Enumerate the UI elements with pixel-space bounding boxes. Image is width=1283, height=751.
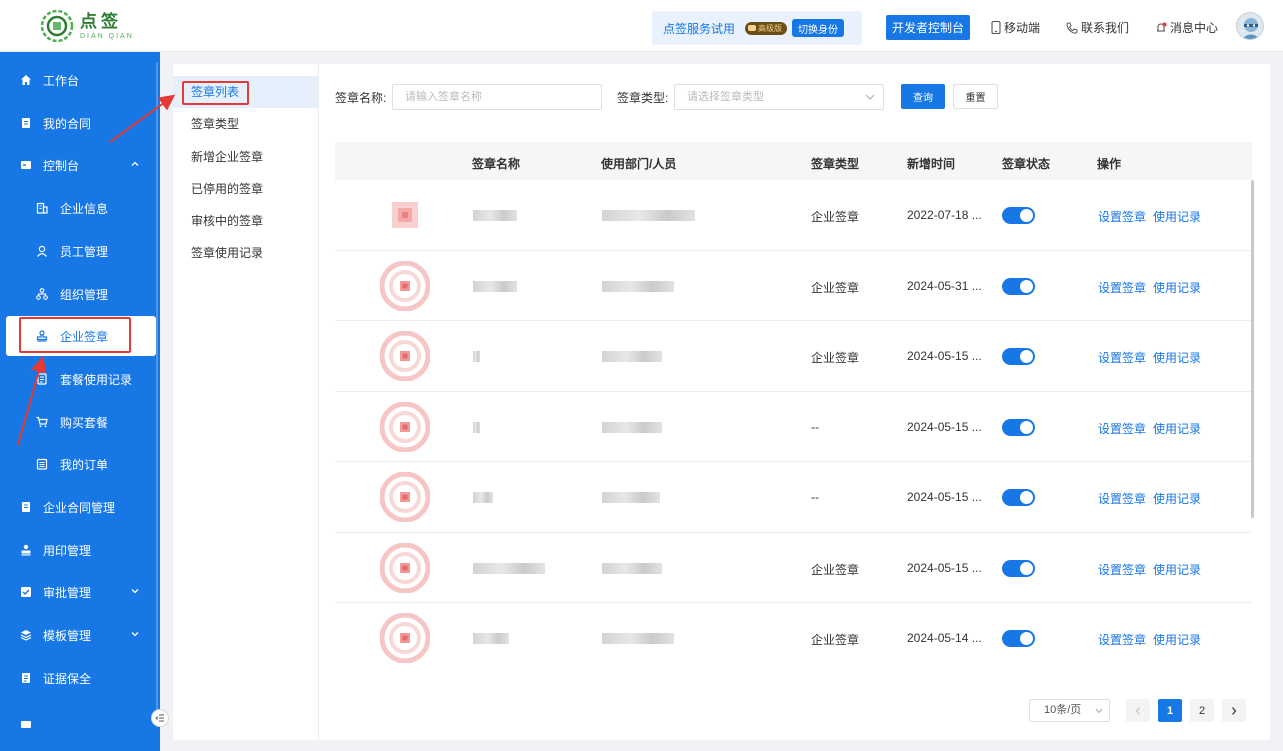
annotation-arrows (17, 94, 176, 446)
annotation-arrow-to-seal-list (109, 94, 176, 143)
annotation-arrow-to-company-seal (17, 356, 47, 446)
